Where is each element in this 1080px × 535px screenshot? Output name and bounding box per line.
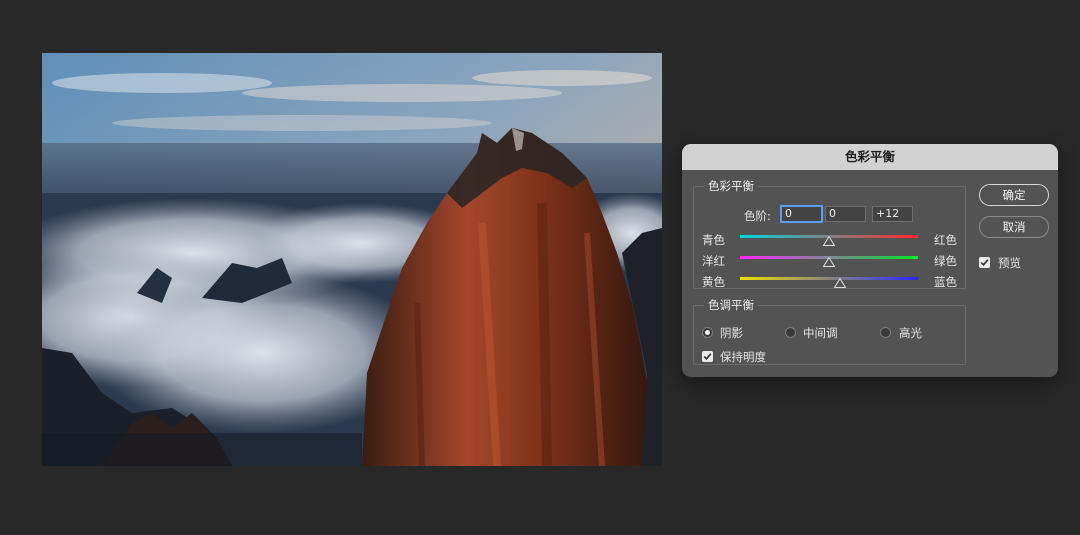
radio-highlights[interactable] — [880, 327, 891, 338]
checkmark-icon — [703, 353, 712, 360]
tone-balance-group: 色调平衡 阴影 中间调 高光 保持明度 — [693, 297, 966, 365]
preserve-luminosity-checkbox[interactable] — [702, 351, 713, 362]
preview-checkbox[interactable] — [979, 257, 990, 268]
color-balance-group: 色彩平衡 色阶: 青色 红色 洋红 绿色 黄色 蓝色 — [693, 178, 966, 289]
label-blue: 蓝色 — [934, 275, 957, 289]
label-yellow: 黄色 — [702, 275, 725, 289]
label-green: 绿色 — [934, 254, 957, 268]
radio-midtones-label[interactable]: 中间调 — [803, 325, 838, 341]
preview-label[interactable]: 预览 — [998, 255, 1021, 271]
tone-balance-legend: 色调平衡 — [708, 298, 754, 312]
label-cyan: 青色 — [702, 233, 725, 247]
levels-label: 色阶: — [744, 209, 771, 223]
cancel-button[interactable]: 取消 — [979, 216, 1049, 238]
levels-input-yellow-blue[interactable] — [872, 206, 913, 222]
ok-button[interactable]: 确定 — [979, 184, 1049, 206]
radio-highlights-label[interactable]: 高光 — [899, 325, 922, 341]
levels-input-magenta-green[interactable] — [825, 206, 866, 222]
slider-thumb-magenta-green[interactable] — [823, 257, 835, 267]
radio-shadows[interactable] — [702, 327, 713, 338]
slider-yellow-blue[interactable] — [740, 277, 918, 280]
color-balance-legend: 色彩平衡 — [708, 179, 754, 193]
radio-midtones[interactable] — [785, 327, 796, 338]
radio-shadows-label[interactable]: 阴影 — [720, 325, 743, 341]
canvas-image — [42, 53, 662, 466]
levels-input-cyan-red[interactable] — [780, 205, 823, 223]
label-magenta: 洋红 — [702, 254, 725, 268]
dialog-title: 色彩平衡 — [682, 144, 1058, 170]
preserve-luminosity-label[interactable]: 保持明度 — [720, 349, 766, 365]
label-red: 红色 — [934, 233, 957, 247]
slider-thumb-cyan-red[interactable] — [823, 236, 835, 246]
checkmark-icon — [980, 259, 989, 266]
slider-thumb-yellow-blue[interactable] — [833, 278, 846, 288]
color-balance-dialog: 色彩平衡 色彩平衡 色阶: 青色 红色 洋红 绿色 黄色 蓝色 色调平衡 阴影 … — [682, 144, 1058, 377]
